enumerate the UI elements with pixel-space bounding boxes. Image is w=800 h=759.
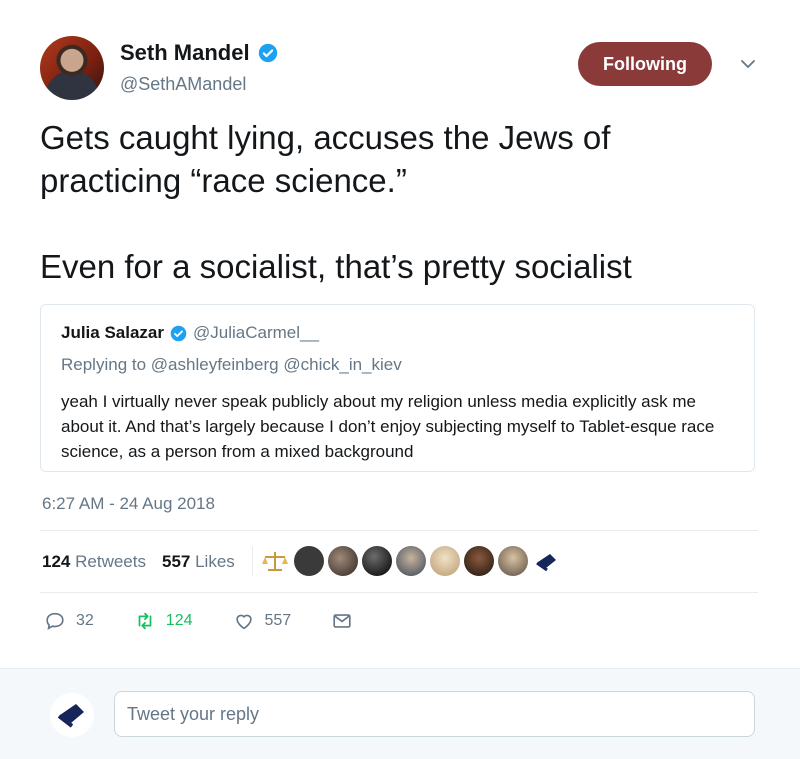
engagement-stats: 124 Retweets 557 Likes: [42, 552, 235, 572]
divider: [40, 592, 758, 593]
quoted-tweet[interactable]: Julia Salazar @JuliaCarmel__ Replying to…: [40, 304, 755, 472]
tweet-actions: 32 124 557: [44, 610, 393, 632]
following-button[interactable]: Following: [578, 42, 712, 86]
reply-icon: [46, 612, 64, 630]
reply-button[interactable]: 32: [44, 610, 94, 632]
current-user-avatar[interactable]: [50, 693, 94, 737]
quoted-author-handle: @JuliaCarmel__: [193, 323, 319, 342]
liker-avatar[interactable]: [430, 546, 460, 576]
liker-avatar[interactable]: [498, 546, 528, 576]
replying-to: Replying to @ashleyfeinberg @chick_in_ki…: [61, 355, 402, 375]
liker-avatar[interactable]: [464, 546, 494, 576]
retweet-count: 124: [165, 612, 193, 629]
tweet-header: Seth Mandel @SethAMandel Following: [40, 36, 770, 102]
verified-badge-icon: [258, 43, 277, 63]
tweet-timestamp[interactable]: 6:27 AM - 24 Aug 2018: [42, 494, 215, 514]
quoted-author-name: Julia Salazar: [61, 323, 165, 342]
like-button[interactable]: 557: [233, 610, 292, 632]
tweet-text: Gets caught lying, accuses the Jews of p…: [40, 119, 632, 285]
like-count: 557: [264, 612, 292, 629]
verified-badge-icon: [170, 325, 187, 341]
divider: [40, 530, 758, 531]
retweets-stat[interactable]: 124 Retweets: [42, 552, 146, 572]
quoted-tweet-text: yeah I virtually never speak publicly ab…: [61, 392, 715, 461]
retweet-button[interactable]: 124: [134, 610, 193, 632]
author-avatar[interactable]: [40, 36, 104, 100]
liker-avatar[interactable]: [362, 546, 392, 576]
reply-composer: [0, 668, 800, 759]
liker-avatar[interactable]: [294, 546, 324, 576]
replying-to-handle[interactable]: @ashleyfeinberg: [151, 355, 279, 374]
envelope-icon: [333, 614, 351, 628]
likes-stat[interactable]: 557 Likes: [162, 552, 235, 572]
author-handle[interactable]: @SethAMandel: [120, 74, 246, 95]
liker-avatars: [260, 546, 562, 576]
divider: [252, 546, 253, 576]
quoted-tweet-header: Julia Salazar @JuliaCarmel__: [61, 323, 319, 343]
replying-to-prefix: Replying to: [61, 355, 147, 374]
liker-avatar[interactable]: [328, 546, 358, 576]
replying-to-handle[interactable]: @chick_in_kiev: [283, 355, 401, 374]
liker-avatar[interactable]: [396, 546, 426, 576]
likes-count: 557: [161, 552, 191, 571]
likes-label: Likes: [195, 552, 235, 571]
author-name-row: Seth Mandel: [120, 40, 278, 66]
reply-count: 32: [76, 612, 94, 629]
hat-icon: [57, 704, 84, 728]
retweets-count: 124: [42, 552, 71, 571]
direct-message-button[interactable]: [331, 610, 353, 632]
author-name[interactable]: Seth Mandel: [120, 40, 250, 66]
reply-input[interactable]: [114, 691, 755, 737]
retweets-label: Retweets: [75, 552, 146, 571]
hat-icon[interactable]: [532, 546, 562, 576]
chevron-down-icon[interactable]: [740, 56, 756, 72]
heart-icon: [235, 614, 252, 630]
scales-icon[interactable]: [260, 546, 290, 576]
retweet-icon: [138, 612, 152, 630]
